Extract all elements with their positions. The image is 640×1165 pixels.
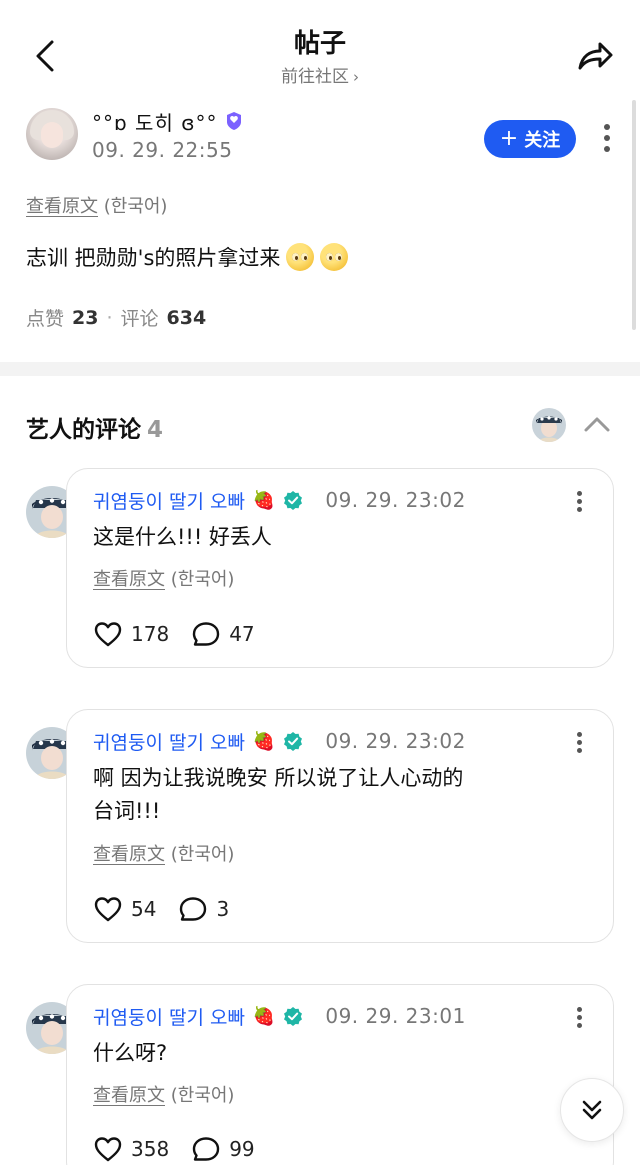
speech-bubble-icon [180,897,207,921]
scrollbar[interactable] [632,100,636,330]
comment-text: 什么呀? [93,1037,573,1070]
strawberry-emoji-icon: 🍓 [252,1005,276,1027]
comment-more-icon[interactable] [571,730,589,766]
double-chevron-down-icon [582,1100,602,1120]
comment-time: 09. 29. 23:01 [325,1004,466,1028]
follow-button[interactable]: + 关注 [484,120,576,158]
view-original-link[interactable]: 查看原文 [93,844,165,865]
header-title-area: 帖子 前往社区 › [0,28,640,87]
follow-label: 关注 [524,130,561,151]
verified-badge-icon [284,732,303,751]
reply-count: 99 [229,1137,255,1161]
comment-header: 귀염둥이 딸기 오빠 🍓 09. 29. 23:02 [93,726,466,756]
page-title: 帖子 [293,29,346,59]
go-to-community-label: 前往社区 [281,67,349,87]
post-author-row: °°ɒ 도히 ɞ°° [92,106,244,136]
comment-actions: 358 99 [93,1134,255,1164]
verified-badge-icon [284,1007,303,1026]
post: °°ɒ 도히 ɞ°° 09. 29. 22:55 + 关注 查看原文 (한국어)… [0,100,640,362]
comment-more-icon[interactable] [571,489,589,525]
comment-text-line: 这是什么!!! 好丢人 [93,525,272,549]
section-divider [0,362,640,376]
comment-text-line: 啊 因为让我说晚安 所以说了让人心动的 [93,766,464,790]
post-author-avatar[interactable] [26,108,78,160]
post-body: 志训 把勋勋's的照片拿过来 [26,242,349,272]
post-more-icon[interactable] [598,120,616,156]
heart-icon [94,897,122,922]
reply-button[interactable]: 3 [178,895,229,923]
view-original-link[interactable]: 查看原文 [93,1085,165,1106]
original-language: (한국어) [170,569,235,590]
verified-badge-icon [284,491,303,510]
reply-count: 47 [229,622,255,646]
pleading-face-emoji-icon [320,243,349,271]
post-translate-row: 查看原文 (한국어) [26,192,167,218]
post-author-name[interactable]: °°ɒ 도히 ɞ°° [92,107,218,136]
comment-header: 귀염둥이 딸기 오빠 🍓 09. 29. 23:01 [93,1001,466,1031]
like-count: 358 [131,1137,170,1161]
artist-comments-title: 艺人的评论 4 [26,410,163,444]
heart-icon [94,622,122,647]
reply-button[interactable]: 99 [191,1135,255,1163]
top-bar: 帖子 前往社区 › [0,0,640,100]
original-language: (한국어) [170,844,235,865]
comment-text: 啊 因为让我说晚安 所以说了让人心动的 台词!!! [93,762,573,828]
share-icon[interactable] [574,36,616,76]
comment-actions: 54 3 [93,894,229,924]
artist-mini-avatar[interactable] [532,408,566,442]
comment-actions: 178 47 [93,619,255,649]
post-body-text: 志训 把勋勋's的照片拿过来 [26,246,281,270]
commenter-name[interactable]: 귀염둥이 딸기 오빠 [93,1003,245,1030]
comments-count: 634 [166,306,207,329]
comment-time: 09. 29. 23:02 [325,729,466,753]
strawberry-emoji-icon: 🍓 [252,489,276,511]
like-count: 178 [131,622,170,646]
post-stats: 点赞 23 · 评论 634 [26,304,206,331]
heart-icon [94,1137,122,1162]
artist-comments-header: 艺人的评论 4 [0,400,640,452]
comment-translate-row: 查看原文 (한국어) [93,1081,234,1107]
likes-label: 点赞 [26,308,65,330]
reply-button[interactable]: 47 [191,620,255,648]
commenter-name[interactable]: 귀염둥이 딸기 오빠 [93,728,245,755]
comment-translate-row: 查看原文 (한국어) [93,565,234,591]
artist-comments-label: 艺人的评论 [26,417,141,443]
comment-card: 귀염둥이 딸기 오빠 🍓 09. 29. 23:02 啊 因为让我说晚安 所以说… [66,709,614,943]
chevron-right-icon: › [353,68,359,86]
like-button[interactable]: 178 [93,620,169,648]
like-button[interactable]: 54 [93,895,156,923]
artist-comments-count: 4 [147,417,164,443]
avatar-face [41,122,63,148]
view-original-link[interactable]: 查看原文 [26,196,98,217]
speech-bubble-icon [192,622,220,646]
go-to-community-link[interactable]: 前往社区 › [0,62,640,87]
comment-translate-row: 查看原文 (한국어) [93,840,234,866]
view-original-link[interactable]: 查看原文 [93,569,165,590]
like-button[interactable]: 358 [93,1135,169,1163]
pleading-face-emoji-icon [286,243,315,271]
comment-text-line: 台词!!! [93,799,161,823]
fan-badge-icon [226,112,241,130]
comment-card: 귀염둥이 딸기 오빠 🍓 09. 29. 23:02 这是什么!!! 好丢人 查… [66,468,614,668]
comment-text: 这是什么!!! 好丢人 [93,521,573,554]
plus-icon: + [499,126,519,151]
original-language: (한국어) [170,1085,235,1106]
chevron-up-icon[interactable] [582,412,612,436]
comment-text-line: 什么呀? [93,1041,168,1065]
post-time: 09. 29. 22:55 [92,138,233,162]
stats-separator: · [106,306,113,329]
original-language: (한국어) [103,196,168,217]
comment-time: 09. 29. 23:02 [325,488,466,512]
scroll-to-bottom-button[interactable] [560,1078,624,1142]
strawberry-emoji-icon: 🍓 [252,730,276,752]
comments-label: 评论 [120,308,159,330]
likes-count: 23 [72,306,99,329]
commenter-name[interactable]: 귀염둥이 딸기 오빠 [93,487,245,514]
comment-more-icon[interactable] [571,1005,589,1041]
comment-header: 귀염둥이 딸기 오빠 🍓 09. 29. 23:02 [93,485,466,515]
comment-card: 귀염둥이 딸기 오빠 🍓 09. 29. 23:01 什么呀? 查看原文 (한국… [66,984,614,1165]
speech-bubble-icon [192,1137,220,1161]
like-count: 54 [131,897,157,921]
reply-count: 3 [216,897,230,921]
